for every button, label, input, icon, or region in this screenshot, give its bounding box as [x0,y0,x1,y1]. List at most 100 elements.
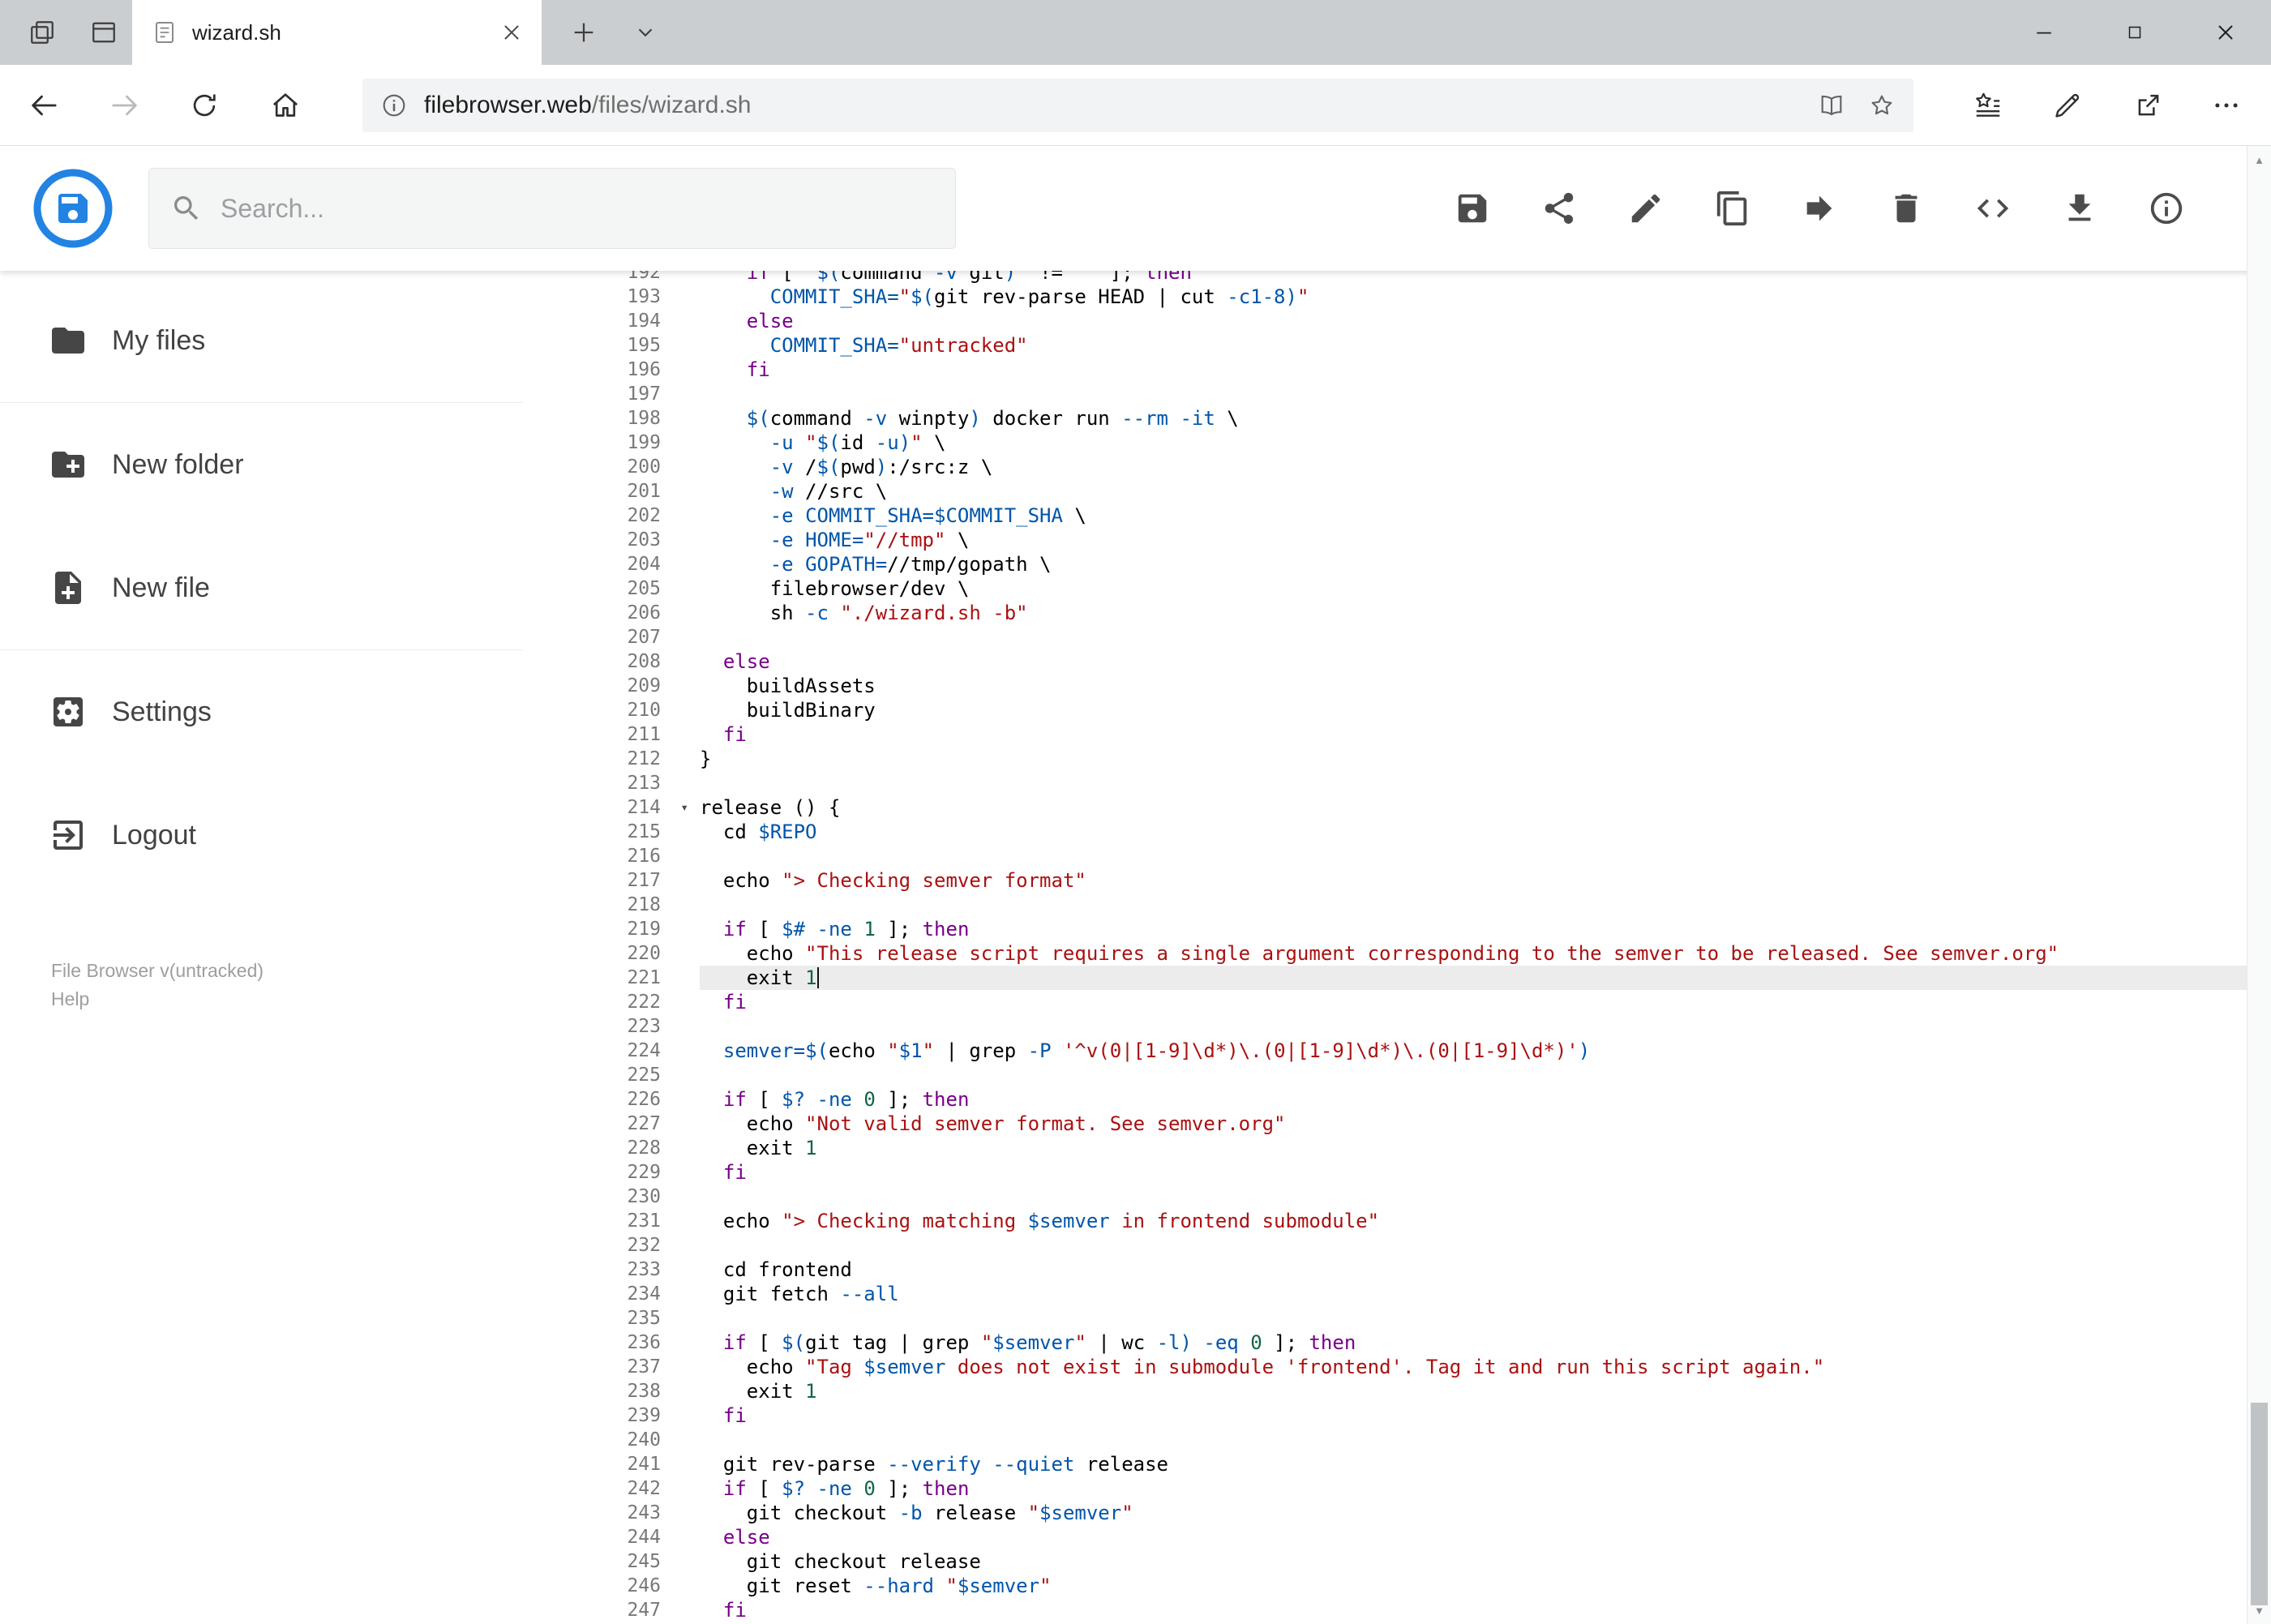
code-line-232[interactable]: 232 [523,1233,2247,1258]
code-line-207[interactable]: 207 [523,625,2247,649]
code-line-221[interactable]: 221 exit 1 [523,966,2247,990]
site-info-button[interactable] [369,79,419,132]
web-note-button[interactable] [2035,65,2100,145]
scroll-down-button[interactable]: ▼ [2247,1596,2271,1624]
code-line-227[interactable]: 227 echo "Not valid semver format. See s… [523,1112,2247,1136]
code-line-222[interactable]: 222 fi [523,990,2247,1014]
code-line-234[interactable]: 234 git fetch --all [523,1282,2247,1306]
code-line-193[interactable]: 193 COMMIT_SHA="$(git rev-parse HEAD | c… [523,285,2247,309]
code-line-219[interactable]: 219 if [ $# -ne 1 ]; then [523,917,2247,941]
sidebar-item-logout[interactable]: Logout [0,773,523,897]
info-button[interactable] [2148,190,2185,227]
code-line-231[interactable]: 231 echo "> Checking matching $semver in… [523,1209,2247,1233]
code-line-204[interactable]: 204 -e GOPATH=//tmp/gopath \ [523,552,2247,576]
code-line-247[interactable]: 247 fi [523,1598,2247,1622]
code-line-199[interactable]: 199 -u "$(id -u)" \ [523,431,2247,455]
fold-marker-icon[interactable]: ▾ [680,795,688,820]
share-button[interactable] [2116,65,2181,145]
hub-button[interactable] [1956,65,2020,145]
code-line-223[interactable]: 223 [523,1014,2247,1039]
code-line-235[interactable]: 235 [523,1306,2247,1330]
tab-preview-button[interactable] [75,0,133,65]
code-line-194[interactable]: 194 else [523,309,2247,333]
code-line-196[interactable]: 196 fi [523,358,2247,382]
favorite-button[interactable] [1857,79,1907,132]
code-line-214[interactable]: 214 ▾ release () { [523,795,2247,820]
code-line-218[interactable]: 218 [523,893,2247,917]
code-line-216[interactable]: 216 [523,844,2247,868]
code-line-233[interactable]: 233 cd frontend [523,1258,2247,1282]
code-line-220[interactable]: 220 echo "This release script requires a… [523,941,2247,966]
code-line-201[interactable]: 201 -w //src \ [523,479,2247,503]
copy-button[interactable] [1714,190,1751,227]
code-line-205[interactable]: 205 filebrowser/dev \ [523,576,2247,601]
window-maximize-button[interactable] [2089,0,2180,65]
code-line-236[interactable]: 236 if [ $(git tag | grep "$semver" | wc… [523,1330,2247,1355]
code-line-241[interactable]: 241 git rev-parse --verify --quiet relea… [523,1452,2247,1476]
code-button[interactable] [1974,190,2012,227]
code-line-198[interactable]: 198 $(command -v winpty) docker run --rm… [523,406,2247,431]
delete-button[interactable] [1888,190,1925,227]
code-line-230[interactable]: 230 [523,1185,2247,1209]
edit-button[interactable] [1627,190,1665,227]
code-line-208[interactable]: 208 else [523,649,2247,674]
search-input[interactable] [221,193,934,224]
code-line-210[interactable]: 210 buildBinary [523,698,2247,722]
code-line-228[interactable]: 228 exit 1 [523,1136,2247,1160]
code-line-243[interactable]: 243 git checkout -b release "$semver" [523,1501,2247,1525]
code-line-238[interactable]: 238 exit 1 [523,1379,2247,1403]
code-line-209[interactable]: 209 buildAssets [523,674,2247,698]
tab-close-button[interactable] [493,14,530,51]
code-line-215[interactable]: 215 cd $REPO [523,820,2247,844]
code-line-202[interactable]: 202 -e COMMIT_SHA=$COMMIT_SHA \ [523,503,2247,528]
set-aside-tabs-button[interactable] [13,0,71,65]
save-button[interactable] [1454,190,1491,227]
code-line-239[interactable]: 239 fi [523,1403,2247,1428]
new-tab-button[interactable] [555,0,613,65]
sidebar-item-new-folder[interactable]: New folder [0,403,523,526]
code-line-211[interactable]: 211 fi [523,722,2247,747]
refresh-button[interactable] [174,65,235,145]
back-button[interactable] [13,65,75,145]
window-close-button[interactable] [2180,0,2271,65]
code-line-217[interactable]: 217 echo "> Checking semver format" [523,868,2247,893]
tab-list-dropdown-button[interactable] [616,0,675,65]
search-bar[interactable] [148,168,956,249]
sidebar-item-my-files[interactable]: My files [0,279,523,402]
code-line-237[interactable]: 237 echo "Tag $semver does not exist in … [523,1355,2247,1379]
move-button[interactable] [1801,190,1838,227]
code-line-244[interactable]: 244 else [523,1525,2247,1549]
code-line-229[interactable]: 229 fi [523,1160,2247,1185]
help-link[interactable]: Help [51,985,264,1013]
page-scrollbar[interactable]: ▲ ▼ [2247,146,2271,1624]
code-line-245[interactable]: 245 git checkout release [523,1549,2247,1574]
code-line-240[interactable]: 240 [523,1428,2247,1452]
browser-tab[interactable]: wizard.sh [132,0,542,65]
forward-button[interactable] [94,65,156,145]
download-button[interactable] [2061,190,2098,227]
code-line-246[interactable]: 246 git reset --hard "$semver" [523,1574,2247,1598]
code-line-224[interactable]: 224 semver=$(echo "$1" | grep -P '^v(0|[… [523,1039,2247,1063]
sidebar-item-settings[interactable]: Settings [0,650,523,773]
code-line-197[interactable]: 197 [523,382,2247,406]
address-bar[interactable]: filebrowser.web/files/wizard.sh [362,79,1913,132]
code-line-225[interactable]: 225 [523,1063,2247,1087]
scrollbar-thumb[interactable] [2251,1403,2268,1605]
scroll-up-button[interactable]: ▲ [2247,146,2271,174]
window-minimize-button[interactable] [1999,0,2089,65]
code-line-195[interactable]: 195 COMMIT_SHA="untracked" [523,333,2247,358]
code-line-200[interactable]: 200 -v /$(pwd):/src:z \ [523,455,2247,479]
sidebar-item-new-file[interactable]: New file [0,526,523,649]
code-line-206[interactable]: 206 sh -c "./wizard.sh -b" [523,601,2247,625]
code-line-192[interactable]: 192 if [ "$(command -v git)" != "" ]; th… [523,271,2247,285]
code-line-242[interactable]: 242 if [ $? -ne 0 ]; then [523,1476,2247,1501]
code-editor[interactable]: 192 if [ "$(command -v git)" != "" ]; th… [523,271,2247,1624]
code-line-212[interactable]: 212} [523,747,2247,771]
home-button[interactable] [255,65,316,145]
code-line-213[interactable]: 213 [523,771,2247,795]
more-actions-button[interactable] [2194,65,2259,145]
reading-view-button[interactable] [1806,79,1857,132]
share-button[interactable] [1540,190,1578,227]
code-line-226[interactable]: 226 if [ $? -ne 0 ]; then [523,1087,2247,1112]
code-line-203[interactable]: 203 -e HOME="//tmp" \ [523,528,2247,552]
